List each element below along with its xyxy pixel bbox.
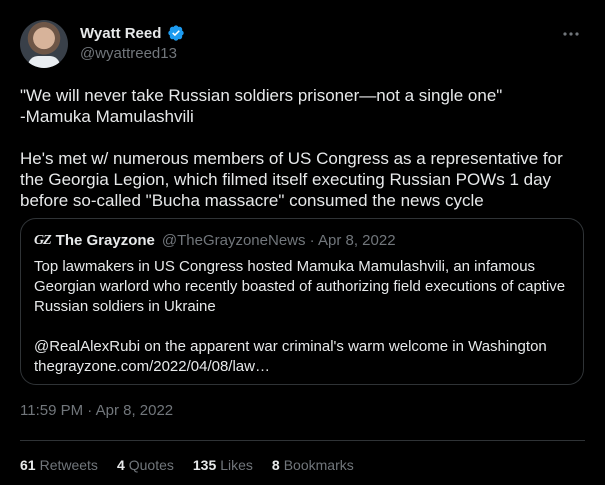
- likes-label: Likes: [220, 457, 253, 473]
- engagement-stats: 61 Retweets 4 Quotes 135 Likes 8 Bookmarks: [20, 457, 354, 473]
- quoted-author-meta: @TheGrayzoneNews · Apr 8, 2022: [161, 232, 396, 249]
- likes-count: 135: [192, 457, 217, 473]
- author-name-row: Wyatt Reed: [80, 24, 185, 42]
- quotes-stat[interactable]: 4 Quotes: [117, 457, 174, 473]
- author-avatar[interactable]: [20, 20, 68, 68]
- author-display-name[interactable]: Wyatt Reed: [80, 25, 161, 42]
- bookmarks-count: 8: [271, 457, 280, 473]
- quoted-tweet-header: GZ The Grayzone @TheGrayzoneNews · Apr 8…: [34, 232, 396, 249]
- more-options-icon[interactable]: [561, 24, 581, 44]
- tweet-text: "We will never take Russian soldiers pri…: [20, 86, 563, 210]
- likes-stat[interactable]: 135 Likes: [193, 457, 253, 473]
- retweets-label: Retweets: [39, 457, 98, 473]
- quoted-tweet-text: Top lawmakers in US Congress hosted Mamu…: [34, 258, 566, 375]
- quotes-label: Quotes: [128, 457, 174, 473]
- bookmarks-label: Bookmarks: [283, 457, 354, 473]
- bookmarks-stat[interactable]: 8 Bookmarks: [272, 457, 354, 473]
- stats-divider: [20, 440, 585, 441]
- grayzone-logo: GZ: [34, 232, 52, 248]
- quoted-tweet-card[interactable]: GZ The Grayzone @TheGrayzoneNews · Apr 8…: [20, 218, 584, 385]
- retweets-count: 61: [20, 457, 36, 473]
- avatar-shirt: [28, 56, 60, 68]
- author-handle[interactable]: @wyattreed13: [80, 45, 177, 62]
- quoted-author-name[interactable]: The Grayzone: [56, 232, 155, 249]
- tweet-timestamp[interactable]: 11:59 PM · Apr 8, 2022: [20, 402, 173, 419]
- verified-badge-icon: [168, 25, 185, 41]
- retweets-stat[interactable]: 61 Retweets: [20, 457, 98, 473]
- quotes-count: 4: [116, 457, 125, 473]
